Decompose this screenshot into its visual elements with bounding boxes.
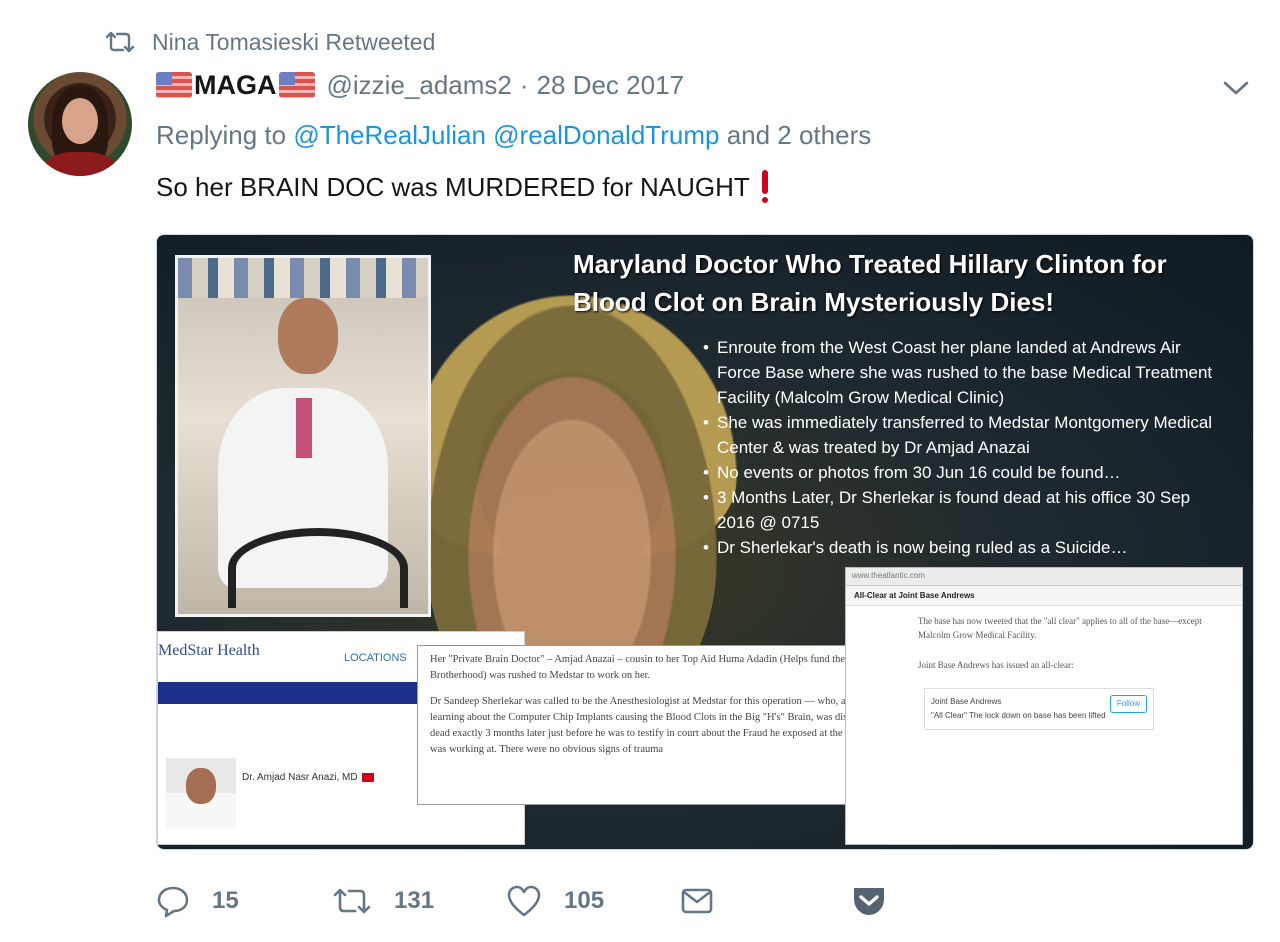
reply-user-link[interactable]: @TheRealJulian <box>293 120 486 150</box>
tweet-date[interactable]: 28 Dec 2017 <box>537 70 684 101</box>
us-flag-icon <box>278 72 315 98</box>
exclamation-emoji-icon <box>760 170 770 204</box>
doctor-photo <box>175 255 431 617</box>
list-item: No events or photos from 30 Jun 16 could… <box>703 460 1223 485</box>
list-item: 3 Months Later, Dr Sherlekar is found de… <box>703 485 1223 535</box>
list-item: She was immediately transferred to Medst… <box>703 410 1223 460</box>
us-flag-icon <box>156 72 192 98</box>
tweet-text: So her BRAIN DOC was MURDERED for NAUGHT <box>156 170 770 204</box>
medstar-logo: MedStar Health <box>158 642 260 659</box>
quote-box: Her "Private Brain Doctor" – Amjad Anaza… <box>417 645 907 805</box>
media-headline: Maryland Doctor Who Treated Hillary Clin… <box>573 249 1167 317</box>
quote-paragraph: Dr Sandeep Sherlekar was called to be th… <box>430 696 882 755</box>
media-bullet-list: Enroute from the West Coast her plane la… <box>703 335 1223 560</box>
retweeted-by-text: Nina Tomasieski Retweeted <box>152 28 436 55</box>
like-count: 105 <box>564 887 605 914</box>
quote-paragraph: Her "Private Brain Doctor" – Amjad Anaza… <box>430 654 881 681</box>
separator-dot: · <box>519 69 529 100</box>
medstar-doctor-name: Dr. Amjad Nasr Anazi, MD <box>242 772 374 783</box>
reply-icon <box>157 886 189 918</box>
list-item: Enroute from the West Coast her plane la… <box>703 335 1223 410</box>
browser-screenshot: www.theatlantic.com All-Clear at Joint B… <box>845 567 1243 845</box>
heart-icon <box>507 885 541 917</box>
browser-paragraph: The base has now tweeted that the "all c… <box>918 616 1202 640</box>
direct-message-button[interactable] <box>680 876 720 926</box>
medstar-locations-label: LOCATIONS <box>344 652 407 664</box>
retweet-count: 131 <box>394 887 435 914</box>
display-name[interactable]: MAGA <box>194 70 277 101</box>
tweet-media-image[interactable]: Maryland Doctor Who Treated Hillary Clin… <box>156 234 1254 850</box>
doctor-thumbnail <box>166 758 236 828</box>
reply-user-link[interactable]: @realDonaldTrump <box>493 120 719 150</box>
pocket-icon <box>854 888 884 915</box>
envelope-icon <box>681 888 713 914</box>
retweet-icon <box>333 888 371 914</box>
reply-count: 15 <box>212 887 239 914</box>
browser-nav: All-Clear at Joint Base Andrews <box>846 586 1242 606</box>
save-to-pocket-button[interactable] <box>852 876 892 926</box>
reply-others-link[interactable]: and 2 others <box>727 120 872 150</box>
retweet-button[interactable]: 131 <box>332 876 462 926</box>
follow-button: Follow <box>1109 695 1147 713</box>
list-item: Dr Sherlekar's death is now being ruled … <box>703 535 1223 560</box>
browser-url: www.theatlantic.com <box>846 568 1242 586</box>
reply-context: Replying to @TheRealJulian @realDonaldTr… <box>156 120 871 151</box>
avatar[interactable] <box>28 72 132 176</box>
browser-paragraph: Joint Base Andrews has issued an all-cle… <box>918 660 1074 670</box>
retweet-icon <box>105 31 135 53</box>
retweeted-by-line[interactable]: Nina Tomasieski Retweeted <box>104 28 435 56</box>
chevron-down-icon[interactable] <box>1222 78 1250 98</box>
reply-prefix: Replying to <box>156 120 287 150</box>
reply-button[interactable]: 15 <box>156 876 276 926</box>
like-button[interactable]: 105 <box>506 876 636 926</box>
tweet-body: So her BRAIN DOC was MURDERED for NAUGHT <box>156 171 750 202</box>
embedded-tweet: Follow Joint Base Andrews "All Clear" Th… <box>924 688 1154 730</box>
tweet-header: MAGA @izzie_adams2 · 28 Dec 2017 <box>156 66 684 104</box>
user-handle[interactable]: @izzie_adams2 <box>327 70 512 101</box>
